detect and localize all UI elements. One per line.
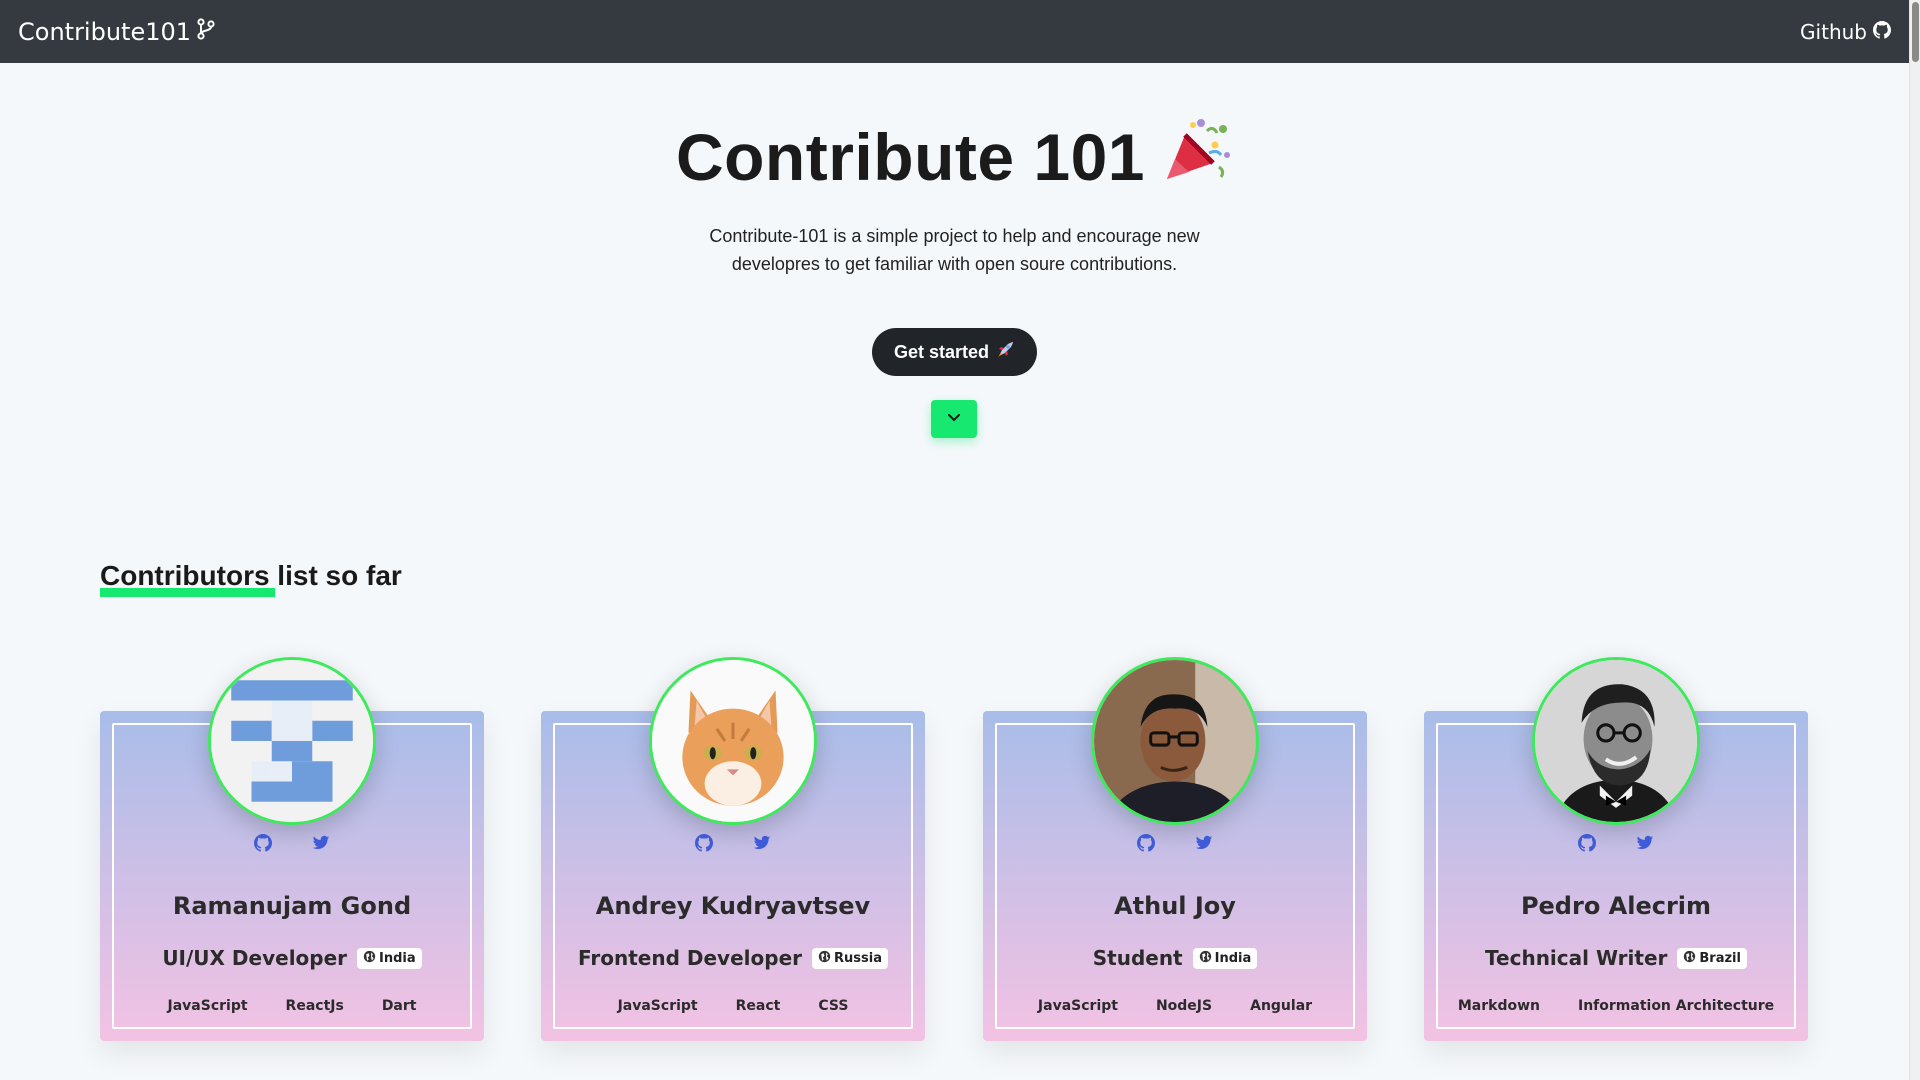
skill-tag: CSS bbox=[818, 998, 849, 1014]
country-badge: Russia bbox=[812, 947, 888, 969]
brand-link[interactable]: Contribute101 bbox=[18, 18, 215, 46]
contributor-role: UI/UX Developer India bbox=[100, 946, 484, 970]
contributor-name: Andrey Kudryavtsev bbox=[595, 892, 871, 920]
section-title-rest: list so far bbox=[269, 560, 402, 591]
skill-tag: Angular bbox=[1250, 998, 1313, 1014]
hero-title-text: Contribute 101 bbox=[675, 119, 1146, 194]
globe-icon bbox=[818, 950, 831, 967]
globe-icon bbox=[1683, 950, 1696, 967]
skills-list: JavaScript NodeJS Angular bbox=[983, 998, 1367, 1014]
skills-list: JavaScript ReactJs Dart bbox=[100, 998, 484, 1014]
avatar bbox=[1091, 657, 1259, 825]
contributor-role: Frontend Developer Russia bbox=[541, 946, 925, 970]
skills-list: Markdown Information Architecture bbox=[1424, 998, 1808, 1014]
navbar: Contribute101 Github bbox=[0, 0, 1909, 63]
skill-tag: NodeJS bbox=[1155, 998, 1213, 1014]
skill-tag: Markdown bbox=[1457, 998, 1540, 1014]
contributor-role: Technical Writer Brazil bbox=[1424, 946, 1808, 970]
role-text: UI/UX Developer bbox=[162, 946, 348, 970]
github-icon[interactable] bbox=[1578, 834, 1596, 857]
skill-tag: Information Architecture bbox=[1578, 998, 1775, 1014]
twitter-icon[interactable] bbox=[1636, 834, 1654, 857]
twitter-icon[interactable] bbox=[312, 834, 330, 857]
scrollbar-thumb[interactable] bbox=[1912, 2, 1919, 62]
skill-tag: JavaScript bbox=[1037, 998, 1118, 1014]
country-text: Brazil bbox=[1699, 950, 1741, 966]
globe-icon bbox=[1199, 950, 1212, 967]
avatar bbox=[649, 657, 817, 825]
hero-section: Contribute 101 Contribute-101 is a simpl… bbox=[0, 63, 1909, 376]
scrollbar[interactable] bbox=[1909, 0, 1920, 1080]
contributor-name: Ramanujam Gond bbox=[172, 892, 412, 920]
skill-tag: ReactJs bbox=[285, 998, 344, 1014]
social-links bbox=[1424, 834, 1808, 857]
github-icon[interactable] bbox=[1137, 834, 1155, 857]
country-text: India bbox=[379, 950, 416, 966]
skill-tag: React bbox=[735, 998, 781, 1014]
country-badge: India bbox=[1192, 947, 1258, 969]
github-icon[interactable] bbox=[254, 834, 272, 857]
scroll-down-button[interactable] bbox=[931, 400, 977, 438]
globe-icon bbox=[363, 950, 376, 967]
contributor-name: Athul Joy bbox=[1114, 892, 1236, 920]
hero-title: Contribute 101 bbox=[676, 115, 1233, 198]
contributor-name: Pedro Alecrim bbox=[1520, 892, 1712, 920]
get-started-button[interactable]: Get started bbox=[871, 328, 1038, 376]
github-nav-label: Github bbox=[1800, 19, 1867, 44]
avatar bbox=[1532, 657, 1700, 825]
country-badge: Brazil bbox=[1677, 947, 1747, 969]
social-links bbox=[983, 834, 1367, 857]
chevron-down-icon bbox=[946, 409, 962, 430]
github-icon bbox=[1873, 20, 1891, 44]
skill-tag: JavaScript bbox=[617, 998, 698, 1014]
avatar bbox=[208, 657, 376, 825]
brand-text: Contribute101 bbox=[18, 17, 192, 46]
github-icon[interactable] bbox=[695, 834, 713, 857]
social-links bbox=[541, 834, 925, 857]
skill-tag: Dart bbox=[381, 998, 417, 1014]
github-nav-link[interactable]: Github bbox=[1800, 20, 1891, 44]
twitter-icon[interactable] bbox=[1195, 834, 1213, 857]
get-started-label: Get started bbox=[893, 341, 990, 362]
git-branch-icon bbox=[197, 17, 215, 46]
country-badge: India bbox=[357, 947, 422, 969]
party-popper-icon bbox=[1163, 115, 1233, 198]
social-links bbox=[100, 834, 484, 857]
role-text: Student bbox=[1092, 946, 1183, 970]
skill-tag: JavaScript bbox=[167, 998, 248, 1014]
hero-description: Contribute-101 is a simple project to he… bbox=[709, 226, 1200, 274]
contributor-role: Student India bbox=[983, 946, 1367, 970]
role-text: Frontend Developer bbox=[578, 946, 802, 970]
section-title: Contributors list so far bbox=[100, 560, 402, 592]
twitter-icon[interactable] bbox=[753, 834, 771, 857]
role-text: Technical Writer bbox=[1485, 946, 1668, 970]
country-text: India bbox=[1214, 950, 1252, 966]
rocket-icon bbox=[995, 340, 1015, 365]
section-title-underlined: Contributors bbox=[100, 560, 270, 591]
skills-list: JavaScript React CSS bbox=[541, 998, 925, 1014]
country-text: Russia bbox=[834, 950, 882, 966]
